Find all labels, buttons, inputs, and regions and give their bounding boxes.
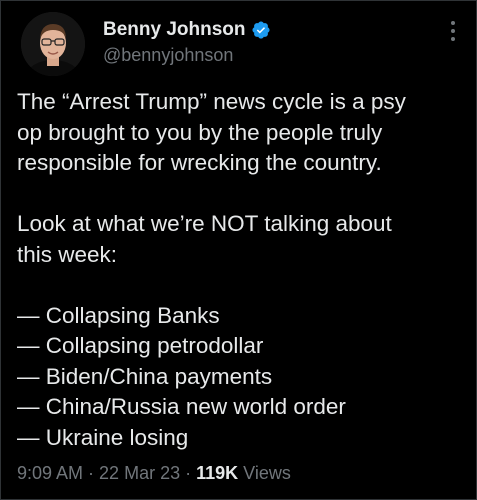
verified-badge-icon (251, 21, 270, 39)
list-item: — Collapsing Banks (17, 302, 220, 328)
list-item: — China/Russia new world order (17, 394, 346, 419)
display-name[interactable]: Benny Johnson (103, 19, 246, 41)
meta-separator: · (185, 463, 192, 483)
list-item: — Collapsing petrodollar (17, 333, 264, 358)
text-line: The “Arrest Trump” news cycle is a psy (17, 89, 406, 114)
views-label: Views (243, 463, 291, 483)
tweet-time[interactable]: 9:09 AM (17, 463, 83, 484)
tweet-text: The “Arrest Trump” news cycle is a psy o… (17, 87, 467, 453)
meta-separator: · (88, 463, 95, 483)
more-options-icon[interactable] (441, 17, 465, 45)
handle[interactable]: @bennyjohnson (103, 45, 233, 66)
list-item: — Biden/China payments (17, 363, 273, 389)
views-count[interactable]: 119K (196, 463, 238, 484)
text-line: responsible for wrecking the country. (17, 150, 382, 175)
list-item: — Ukraine losing (17, 424, 189, 450)
avatar[interactable] (21, 12, 85, 76)
tweet-card: Benny Johnson @bennyjohnson The “Arrest … (0, 0, 477, 500)
text-line: this week: (17, 241, 118, 267)
tweet-date[interactable]: 22 Mar 23 (99, 463, 180, 484)
text-line: Look at what we’re NOT talking about (17, 211, 392, 236)
avatar-image (21, 12, 85, 76)
text-line: op brought to you by the people truly (17, 119, 383, 145)
tweet-meta: 9:09 AM · 22 Mar 23 · 119K Views (17, 463, 291, 484)
name-row: Benny Johnson (103, 19, 271, 41)
